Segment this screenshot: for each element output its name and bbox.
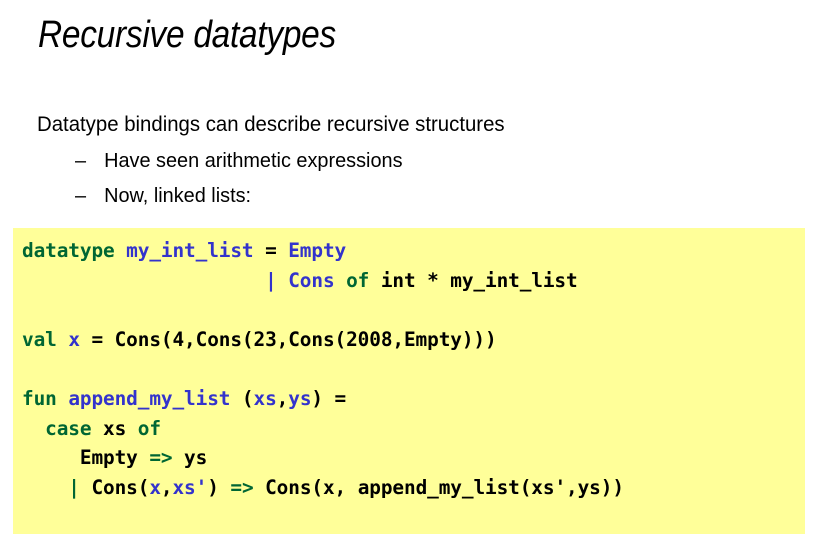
code-token: Cons	[288, 268, 335, 292]
line-fun: fun append_my_list (xs,ys) =	[22, 384, 805, 414]
line-val-x: val x = Cons(4,Cons(23,Cons(2008,Empty))…	[22, 325, 805, 355]
code-token: Cons(	[79, 475, 150, 499]
code-token: val	[22, 327, 57, 351]
code-token: int * my_int_list	[369, 268, 578, 292]
code-token: ys	[172, 446, 208, 470]
code-token: xs	[91, 416, 138, 440]
code-token: of	[346, 268, 370, 292]
bullet-level2-label: Have seen arithmetic expressions	[104, 149, 403, 172]
code-token: Empty	[22, 446, 150, 470]
code-token: append_my_list	[68, 386, 231, 410]
code-token: datatype	[22, 239, 115, 262]
line-cons-branch: | Cons(x,xs') => Cons(x, append_my_list(…	[22, 473, 805, 503]
code-token: = Cons(4,Cons(23,Cons(2008,Empty)))	[79, 327, 497, 351]
presentation-slide: Recursive datatypes Datatype bindings ca…	[0, 0, 828, 534]
code-token: ,	[160, 475, 173, 499]
code-token: ,	[276, 386, 289, 410]
code-token: Empty	[288, 239, 347, 262]
line-cons-of: | Cons of int * my_int_list	[22, 266, 805, 296]
bullet-list: Datatype bindings can describe recursive…	[0, 112, 828, 208]
code-block: datatype my_int_list = Empty | Cons of i…	[13, 228, 805, 534]
code-token: =>	[230, 475, 254, 499]
code-token: ) =	[311, 386, 347, 410]
code-token: x	[68, 327, 80, 351]
code-token: xs'	[172, 475, 208, 499]
code-token: case	[45, 416, 92, 440]
code-token: of	[137, 416, 161, 440]
code-token: fun	[22, 386, 57, 410]
code-token: |	[265, 268, 277, 292]
code-token: Cons(x, append_my_list(xs',ys))	[253, 475, 624, 499]
bullet-dash-icon: –	[75, 184, 87, 207]
bullet-level2-item: – Have seen arithmetic expressions	[75, 148, 805, 173]
line-case: case xs of	[22, 414, 805, 444]
page-title: Recursive datatypes	[38, 14, 336, 56]
code-token: =>	[149, 446, 173, 470]
line-blank-1	[22, 295, 805, 325]
code-token: ys	[288, 386, 312, 410]
bullet-level1: Datatype bindings can describe recursive…	[37, 113, 505, 136]
bullet-level2-item: – Now, linked lists:	[75, 183, 805, 208]
code-token: x	[149, 475, 161, 499]
code-token: )	[207, 475, 231, 499]
code-token: =	[253, 239, 289, 262]
bullet-dash-icon: –	[75, 149, 87, 172]
line-empty-branch: Empty => ys	[22, 443, 805, 473]
line-datatype: datatype my_int_list = Empty	[22, 236, 805, 266]
code-token: my_int_list	[126, 239, 254, 262]
code-token: xs	[253, 386, 277, 410]
bullet-level2-label: Now, linked lists:	[104, 184, 252, 207]
code-token: (	[230, 386, 254, 410]
line-blank-2	[22, 354, 805, 384]
code-token: |	[68, 475, 80, 499]
